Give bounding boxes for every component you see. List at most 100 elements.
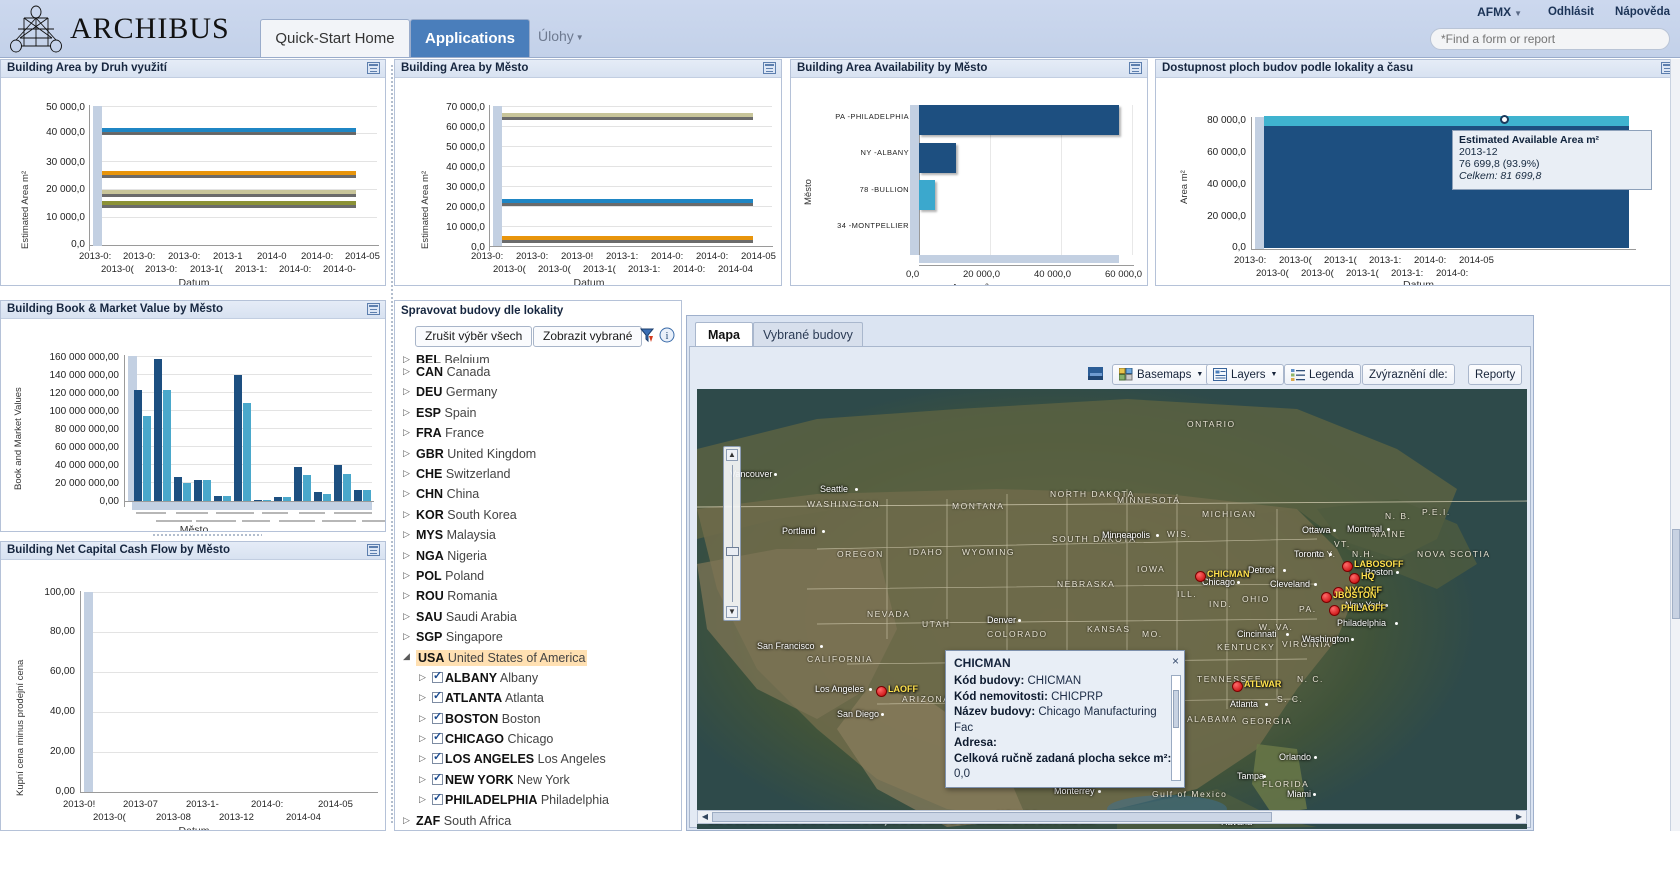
tree-item-albany[interactable]: ▷ ALBANY Albany bbox=[395, 669, 681, 689]
expand-arrow-icon[interactable]: ▷ bbox=[419, 794, 429, 806]
expand-arrow-icon[interactable]: ▷ bbox=[419, 713, 429, 725]
tree-item-checkbox[interactable] bbox=[432, 669, 443, 683]
chart-horizontal-scrollbar[interactable] bbox=[132, 502, 372, 510]
chart-vertical-scrollbar[interactable] bbox=[84, 592, 93, 792]
expand-arrow-icon[interactable]: ▷ bbox=[403, 407, 413, 419]
tree-item-checkbox[interactable] bbox=[432, 750, 443, 765]
panel-menu-icon[interactable] bbox=[367, 303, 380, 315]
expand-arrow-icon[interactable]: ▷ bbox=[419, 753, 429, 765]
chart-vertical-scrollbar[interactable] bbox=[93, 106, 102, 246]
map-pin-atlwar[interactable] bbox=[1232, 681, 1243, 692]
map-canvas[interactable]: ONTARIO WASHINGTON MONTANA NORTH DAKOTA MINN… bbox=[697, 389, 1527, 829]
tab-vybrane-budovy[interactable]: Vybrané budovy bbox=[753, 322, 863, 346]
expand-arrow-icon[interactable]: ▷ bbox=[403, 427, 413, 439]
expand-arrow-icon[interactable]: ▷ bbox=[403, 529, 413, 541]
scroll-left-icon[interactable]: ◀ bbox=[700, 812, 710, 822]
expand-arrow-icon[interactable]: ▷ bbox=[403, 611, 413, 623]
map-pin-hq[interactable] bbox=[1349, 573, 1360, 584]
collapse-arrow-icon[interactable]: ◢ bbox=[403, 651, 413, 663]
chart-horizontal-scrollbar[interactable] bbox=[919, 255, 1119, 263]
show-selected-button[interactable]: Zobrazit vybrané bbox=[533, 326, 643, 347]
tree-item-checkbox[interactable] bbox=[432, 710, 443, 724]
filter-icon[interactable] bbox=[639, 327, 655, 345]
info-icon[interactable]: i bbox=[659, 327, 675, 343]
tree-item-esp[interactable]: ▷ ESP Spain bbox=[395, 404, 681, 424]
expand-arrow-icon[interactable]: ▷ bbox=[419, 774, 429, 786]
map-zoom-slider[interactable]: ▲ ▼ bbox=[723, 446, 741, 621]
tree-item-che[interactable]: ▷ CHE Switzerland bbox=[395, 465, 681, 485]
page-scroll-thumb[interactable] bbox=[1672, 529, 1680, 619]
tree-item-bel[interactable]: ▷ BEL Belgium bbox=[395, 351, 681, 363]
tree-item-boston[interactable]: ▷ BOSTON Boston bbox=[395, 710, 681, 730]
tree-item-checkbox[interactable] bbox=[432, 771, 443, 785]
tree-item-fra[interactable]: ▷ FRA France bbox=[395, 424, 681, 444]
tree-item-mys[interactable]: ▷ MYS Malaysia bbox=[395, 526, 681, 546]
expand-arrow-icon[interactable]: ▷ bbox=[403, 448, 413, 460]
map-pin-philaoff[interactable] bbox=[1329, 605, 1340, 616]
tab-applications[interactable]: Applications bbox=[410, 19, 530, 57]
tree-item-rou[interactable]: ▷ ROU Romania bbox=[395, 587, 681, 607]
chart-vertical-scrollbar[interactable] bbox=[1255, 117, 1264, 249]
panel-menu-icon[interactable] bbox=[367, 62, 380, 74]
reporty-button[interactable]: Reporty bbox=[1468, 364, 1523, 385]
expand-arrow-icon[interactable]: ▷ bbox=[403, 631, 413, 643]
panel-menu-icon[interactable] bbox=[1129, 62, 1142, 74]
tab-quick-start-home[interactable]: Quick-Start Home bbox=[260, 19, 410, 57]
map-horizontal-scrollbar[interactable]: ◀ ▶ bbox=[697, 810, 1527, 824]
tree-items-list[interactable]: ▷ BEL Belgium ▷ CAN Canada ▷ DEU Germany ▷ ESP … bbox=[395, 351, 681, 830]
tree-item-philadelphia[interactable]: ▷ PHILADELPHIA Philadelphia bbox=[395, 791, 681, 811]
tree-item-checkbox[interactable] bbox=[432, 689, 443, 704]
tree-item-checkbox[interactable] bbox=[432, 730, 443, 745]
tree-item-zaf[interactable]: ▷ ZAF South Africa bbox=[395, 812, 681, 830]
expand-arrow-icon[interactable]: ▷ bbox=[419, 733, 429, 745]
tree-item-usa[interactable]: ◢ USA United States of America bbox=[395, 648, 681, 668]
menu-ulohy[interactable]: Úlohy ▼ bbox=[538, 28, 584, 44]
chart-vertical-scrollbar[interactable] bbox=[493, 106, 502, 246]
search-input[interactable] bbox=[1430, 28, 1670, 50]
data-point-marker[interactable] bbox=[1500, 115, 1509, 124]
clear-selection-button[interactable]: Zrušit výběr všech bbox=[415, 326, 533, 347]
popup-scrollbar[interactable] bbox=[1171, 675, 1181, 781]
logout-link[interactable]: Odhlásit bbox=[1548, 6, 1594, 18]
expand-arrow-icon[interactable]: ▷ bbox=[403, 509, 413, 521]
expand-arrow-icon[interactable]: ▷ bbox=[403, 570, 413, 582]
tab-mapa[interactable]: Mapa bbox=[695, 322, 753, 346]
basemaps-button[interactable]: Basemaps ▼ bbox=[1112, 364, 1211, 385]
tree-item-nga[interactable]: ▷ NGA Nigeria bbox=[395, 547, 681, 567]
tree-item-can[interactable]: ▷ CAN Canada bbox=[395, 363, 681, 383]
expand-arrow-icon[interactable]: ▷ bbox=[403, 366, 413, 378]
expand-arrow-icon[interactable]: ▷ bbox=[419, 672, 429, 684]
layers-button[interactable]: Layers ▼ bbox=[1206, 364, 1285, 385]
tree-item-new-york[interactable]: ▷ NEW YORK New York bbox=[395, 771, 681, 791]
map-pin-labosoff[interactable] bbox=[1342, 561, 1353, 572]
zvyrazneni-dle-button[interactable]: Zvýraznění dle: bbox=[1362, 364, 1455, 385]
tree-item-kor[interactable]: ▷ KOR South Korea bbox=[395, 506, 681, 526]
map-pin-laoff[interactable] bbox=[876, 686, 887, 697]
expand-arrow-icon[interactable]: ▷ bbox=[403, 550, 413, 562]
panel-menu-icon[interactable] bbox=[367, 544, 380, 556]
user-menu[interactable]: AFMX ▼ bbox=[1477, 5, 1522, 19]
tree-item-atlanta[interactable]: ▷ ATLANTA Atlanta bbox=[395, 689, 681, 709]
expand-arrow-icon[interactable]: ▷ bbox=[403, 386, 413, 398]
close-icon[interactable]: × bbox=[1172, 654, 1179, 668]
map-pin-chicman[interactable] bbox=[1195, 571, 1206, 582]
page-vertical-scrollbar[interactable] bbox=[1670, 59, 1680, 831]
chart-vertical-scrollbar[interactable] bbox=[910, 105, 919, 255]
tree-item-chicago[interactable]: ▷ CHICAGO Chicago bbox=[395, 730, 681, 750]
zoom-thumb[interactable] bbox=[726, 547, 739, 556]
expand-arrow-icon[interactable]: ▷ bbox=[403, 354, 413, 363]
expand-arrow-icon[interactable]: ▷ bbox=[403, 468, 413, 480]
tree-item-gbr[interactable]: ▷ GBR United Kingdom bbox=[395, 445, 681, 465]
expand-arrow-icon[interactable]: ▷ bbox=[403, 590, 413, 602]
zoom-out-button[interactable]: ▼ bbox=[726, 606, 738, 618]
help-link[interactable]: Nápověda bbox=[1615, 6, 1670, 18]
tree-item-deu[interactable]: ▷ DEU Germany bbox=[395, 383, 681, 403]
tree-item-checkbox[interactable] bbox=[432, 791, 443, 806]
expand-arrow-icon[interactable]: ▷ bbox=[403, 488, 413, 500]
scroll-thumb[interactable] bbox=[712, 812, 1272, 822]
tree-item-chn[interactable]: ▷ CHN China bbox=[395, 485, 681, 505]
tree-item-pol[interactable]: ▷ POL Poland bbox=[395, 567, 681, 587]
expand-arrow-icon[interactable]: ▷ bbox=[419, 692, 429, 704]
scroll-right-icon[interactable]: ▶ bbox=[1514, 812, 1524, 822]
panel-menu-icon[interactable] bbox=[763, 62, 776, 74]
